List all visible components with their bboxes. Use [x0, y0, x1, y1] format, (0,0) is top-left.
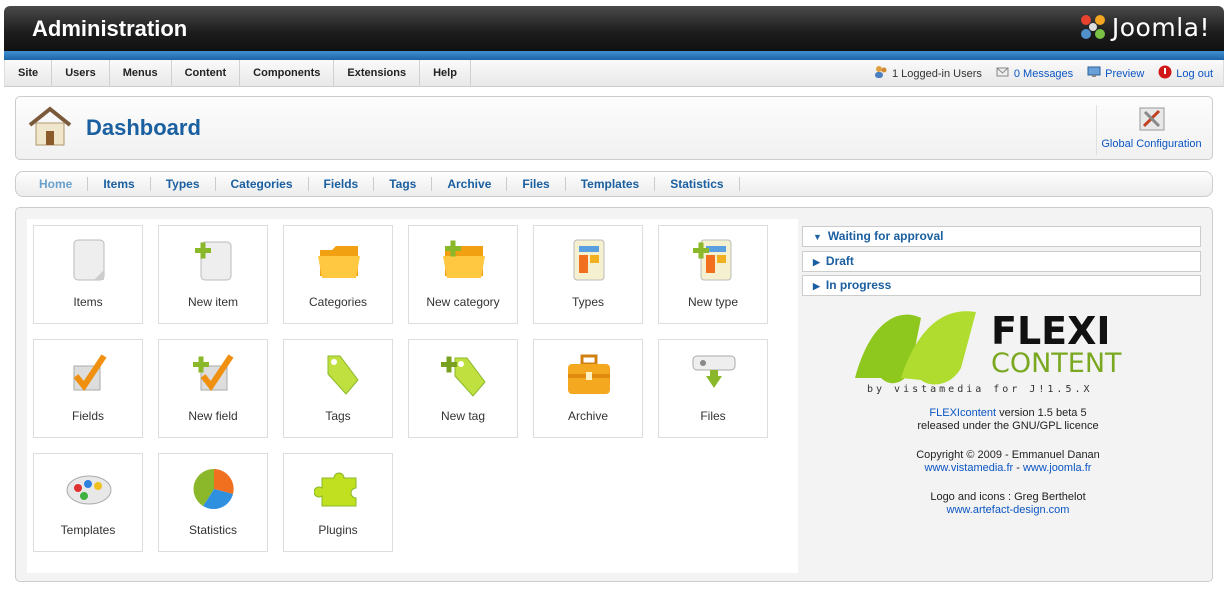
logo-line1: FLEXI — [991, 309, 1111, 353]
triangle-right-icon: ▶ — [813, 281, 820, 291]
new-type-icon — [693, 239, 732, 281]
quickicon-files[interactable]: Files — [658, 339, 768, 438]
download-icon — [692, 355, 736, 388]
tab-items[interactable]: Items — [88, 177, 151, 191]
quickicon-categories[interactable]: Categories — [283, 225, 393, 324]
main-menu: Site Users Menus Content Components Exte… — [5, 60, 471, 87]
triangle-down-icon: ▼ — [813, 232, 822, 242]
logo-line2: CONTENT — [991, 348, 1122, 379]
quick-icons-area: Items New item Categories New category T… — [27, 219, 798, 573]
items-icon — [73, 239, 105, 281]
tab-types[interactable]: Types — [151, 177, 216, 191]
home-icon — [26, 105, 74, 150]
tab-tags[interactable]: Tags — [374, 177, 433, 191]
global-configuration-label: Global Configuration — [1101, 138, 1202, 150]
admin-header: Administration Joomla! — [4, 6, 1224, 51]
menu-menus[interactable]: Menus — [110, 60, 172, 87]
menu-content[interactable]: Content — [172, 60, 241, 87]
flexicontent-link[interactable]: FLEXIcontent — [929, 407, 996, 419]
dashboard-header: Dashboard Global Configuration — [15, 96, 1213, 160]
panel-waiting-for-approval[interactable]: ▼ Waiting for approval — [802, 226, 1201, 247]
messages-link[interactable]: 0 Messages — [996, 66, 1073, 81]
tab-fields[interactable]: Fields — [309, 177, 375, 191]
config-tools-icon — [1139, 107, 1164, 131]
palette-icon — [66, 475, 112, 505]
toolbox-icon — [568, 354, 610, 394]
quickicon-items[interactable]: Items — [33, 225, 143, 324]
quickicon-fields[interactable]: Fields — [33, 339, 143, 438]
joomla-wordmark: Joomla! — [1111, 12, 1210, 42]
checkmark-icon — [73, 354, 107, 392]
quickicon-new-type[interactable]: New type — [658, 225, 768, 324]
flexicontent-logo: FLEXI CONTENT by vistamedia for J!1.5.X — [855, 309, 1122, 395]
tab-home[interactable]: Home — [24, 177, 89, 191]
joomla-fr-link[interactable]: www.joomla.fr — [1023, 462, 1091, 474]
quickicon-statistics[interactable]: Statistics — [158, 453, 268, 552]
tab-statistics[interactable]: Statistics — [655, 177, 740, 191]
new-folder-icon — [443, 240, 485, 278]
tab-templates[interactable]: Templates — [566, 177, 656, 191]
quickicon-archive[interactable]: Archive — [533, 339, 643, 438]
monitor-icon — [1087, 66, 1101, 81]
quickicon-plugins[interactable]: Plugins — [283, 453, 393, 552]
menu-site[interactable]: Site — [5, 60, 53, 87]
credits: FLEXIcontent version 1.5 beta 5 released… — [916, 407, 1100, 516]
triangle-right-icon: ▶ — [813, 257, 820, 267]
main-panel: Items New item Categories New category T… — [15, 207, 1213, 582]
quickicon-new-category[interactable]: New category — [408, 225, 518, 324]
new-item-icon — [195, 241, 232, 281]
pie-chart-icon — [193, 468, 234, 510]
users-icon — [874, 65, 888, 82]
menu-components[interactable]: Components — [240, 60, 335, 87]
tab-files[interactable]: Files — [507, 177, 566, 191]
artefact-design-link[interactable]: www.artefact-design.com — [947, 504, 1070, 516]
menu-help[interactable]: Help — [420, 60, 471, 87]
puzzle-icon — [314, 472, 357, 507]
types-icon — [573, 239, 605, 281]
tag-icon — [327, 355, 359, 395]
page-title: Dashboard — [86, 115, 201, 140]
top-menu-bar: Site Users Menus Content Components Exte… — [4, 60, 1224, 87]
quickicon-types[interactable]: Types — [533, 225, 643, 324]
logout-link[interactable]: Log out — [1158, 65, 1213, 82]
joomla-mark-icon — [1080, 15, 1105, 39]
new-tag-icon — [441, 356, 486, 397]
tab-categories[interactable]: Categories — [216, 177, 309, 191]
power-icon — [1158, 65, 1172, 82]
status-bar: 1 Logged-in Users 0 Messages Preview Log… — [860, 60, 1213, 87]
mail-icon — [996, 66, 1010, 81]
new-checkmark-icon — [193, 354, 234, 392]
component-subnav: Home Items Types Categories Fields Tags … — [15, 171, 1213, 197]
logged-in-users[interactable]: 1 Logged-in Users — [874, 65, 982, 82]
admin-title: Administration — [32, 16, 188, 41]
folder-icon — [318, 246, 360, 278]
global-configuration-button[interactable]: Global Configuration — [1096, 105, 1206, 155]
quickicon-templates[interactable]: Templates — [33, 453, 143, 552]
quickicon-new-tag[interactable]: New tag — [408, 339, 518, 438]
quickicon-new-item[interactable]: New item — [158, 225, 268, 324]
vistamedia-link[interactable]: www.vistamedia.fr — [925, 462, 1014, 474]
quickicon-tags[interactable]: Tags — [283, 339, 393, 438]
tab-archive[interactable]: Archive — [432, 177, 508, 191]
panel-in-progress[interactable]: ▶ In progress — [802, 275, 1201, 296]
joomla-logo: Joomla! — [1078, 12, 1210, 42]
quickicon-new-field[interactable]: New field — [158, 339, 268, 438]
preview-link[interactable]: Preview — [1087, 66, 1144, 81]
menu-extensions[interactable]: Extensions — [334, 60, 421, 87]
header-accent-bar — [4, 51, 1224, 60]
panel-draft[interactable]: ▶ Draft — [802, 251, 1201, 272]
logo-tagline: by vistamedia for J!1.5.X — [867, 384, 1093, 395]
menu-users[interactable]: Users — [52, 60, 110, 87]
